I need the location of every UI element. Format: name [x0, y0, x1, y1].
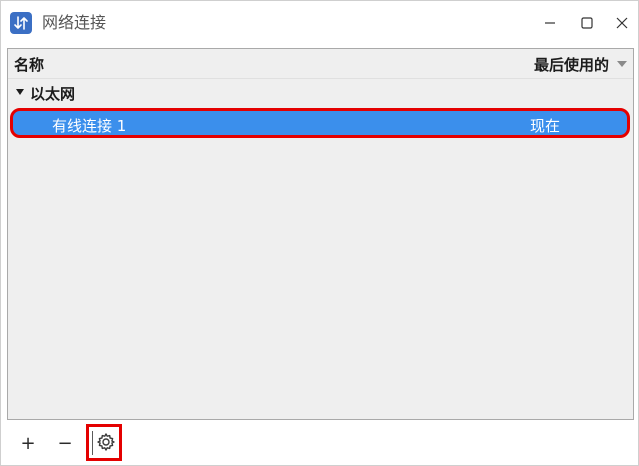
group-label: 以太网 [30, 85, 76, 103]
bottom-toolbar: + − [1, 421, 638, 465]
toolbar-separator [92, 431, 93, 455]
group-row-ethernet[interactable]: 以太网 [8, 80, 633, 106]
remove-connection-button[interactable]: − [51, 429, 79, 457]
close-icon [616, 17, 628, 29]
sort-down-arrow-icon[interactable] [617, 61, 627, 67]
expander-triangle-icon[interactable] [16, 89, 24, 95]
up-down-arrows-icon [10, 12, 32, 34]
edit-connection-button[interactable] [96, 432, 116, 452]
settings-highlight [86, 424, 122, 461]
network-connections-window: 网络连接 名称 最后使用的 以太网 有线连接 1 现在 + − [0, 0, 639, 466]
connection-row[interactable]: 有线连接 1 现在 [10, 108, 630, 138]
close-button[interactable] [610, 11, 634, 35]
window-title: 网络连接 [42, 13, 107, 32]
connection-last-used: 现在 [530, 117, 561, 135]
maximize-icon [581, 17, 593, 29]
connections-list[interactable]: 名称 最后使用的 以太网 有线连接 1 现在 [7, 48, 634, 420]
column-header-last-used[interactable]: 最后使用的 [534, 54, 609, 75]
minimize-icon [545, 22, 555, 24]
list-header: 名称 最后使用的 [8, 49, 633, 79]
minimize-button[interactable] [538, 11, 562, 35]
column-header-name[interactable]: 名称 [14, 54, 44, 75]
title-bar[interactable]: 网络连接 [1, 1, 638, 45]
gear-icon [97, 433, 115, 451]
connection-name: 有线连接 1 [52, 117, 127, 135]
maximize-button[interactable] [575, 11, 599, 35]
add-connection-button[interactable]: + [14, 429, 42, 457]
